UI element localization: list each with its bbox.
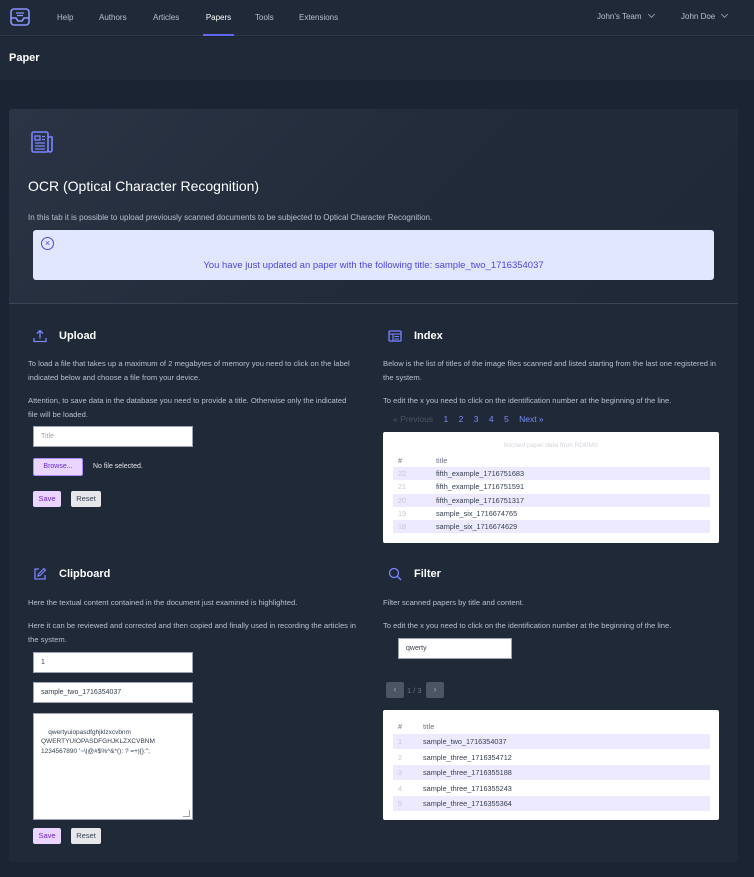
index-edit-hint: To edit the x you need to click on the i… — [383, 396, 672, 405]
upload-icon — [33, 329, 47, 343]
row-id-link[interactable]: 1 — [398, 734, 402, 749]
index-pagination: « Previous 1 2 3 4 5 Next » — [393, 414, 552, 424]
row-id-link[interactable]: 18 — [398, 520, 406, 533]
close-icon[interactable]: × — [41, 237, 54, 250]
nav-articles[interactable]: Articles — [153, 0, 179, 36]
user-dropdown[interactable]: John Doe — [681, 0, 729, 36]
row-id-link[interactable]: 20 — [398, 494, 406, 507]
filter-search-input[interactable]: qwerty — [398, 638, 512, 659]
chevron-down-icon — [721, 10, 729, 19]
index-help-text: Below is the list of titles of the image… — [383, 359, 717, 382]
pagination-next[interactable]: Next » — [519, 414, 544, 424]
upload-help-text: To load a file that takes up a maximum o… — [28, 359, 350, 382]
nav-tools[interactable]: Tools — [255, 0, 274, 36]
search-icon — [388, 567, 402, 581]
hero-title: OCR (Optical Character Recognition) — [28, 178, 260, 194]
index-table: fetched paper data from RDBMS # title 22… — [383, 432, 719, 543]
browse-button[interactable]: Browse... — [33, 458, 83, 476]
table-row[interactable]: 4 sample_three_1716355243 — [393, 781, 710, 796]
table-row[interactable]: 1 sample_two_1716354037 — [393, 734, 710, 749]
pagination-previous[interactable]: « Previous — [393, 414, 433, 424]
inbox-logo-icon[interactable] — [10, 8, 30, 26]
pagination-page-1[interactable]: 1 — [444, 414, 449, 424]
table-row[interactable]: 20 fifth_example_1716751317 — [393, 494, 710, 507]
pagination-page-4[interactable]: 4 — [489, 414, 494, 424]
row-id-link[interactable]: 2 — [398, 750, 402, 765]
table-row[interactable]: 19 sample_six_1716674765 — [393, 507, 710, 520]
table-header: # title — [398, 456, 448, 465]
chevron-left-icon: ‹ — [393, 684, 397, 694]
edit-icon — [34, 567, 47, 580]
upload-save-button[interactable]: Save — [33, 491, 61, 507]
upload-title: Upload — [59, 330, 97, 342]
filter-title: Filter — [414, 568, 441, 580]
clipboard-save-button[interactable]: Save — [33, 828, 61, 844]
table-row[interactable]: 2 sample_three_1716354712 — [393, 750, 710, 765]
filter-help-text: Filter scanned papers by title and conte… — [383, 598, 524, 607]
upload-warning-text: Attention, to save data in the database … — [28, 396, 347, 419]
page-title: Paper — [9, 52, 40, 64]
page-indicator: 1 / 3 — [407, 686, 422, 695]
paper-title-input[interactable]: sample_two_1716354037 — [33, 682, 193, 703]
team-name: John's Team — [597, 12, 642, 21]
table-row[interactable]: 21 fifth_example_1716751591 — [393, 480, 710, 493]
pagination-page-3[interactable]: 3 — [474, 414, 479, 424]
row-id-link[interactable]: 21 — [398, 480, 406, 493]
table-row[interactable]: 5 sample_three_1716355364 — [393, 796, 710, 811]
row-id-link[interactable]: 5 — [398, 796, 402, 811]
chevron-down-icon — [647, 10, 655, 19]
hero-description: In this tab it is possible to upload pre… — [28, 213, 433, 222]
table-icon — [388, 330, 402, 342]
row-id-link[interactable]: 22 — [398, 467, 406, 480]
pagination-page-5[interactable]: 5 — [504, 414, 509, 424]
chevron-right-icon: › — [433, 684, 437, 694]
paper-id-input[interactable]: 1 — [33, 652, 193, 673]
row-id-link[interactable]: 4 — [398, 781, 402, 796]
row-id-link[interactable]: 3 — [398, 765, 402, 780]
page-header: Paper — [0, 37, 754, 80]
upload-title-input[interactable]: Title — [33, 426, 193, 447]
table-header: # title — [398, 722, 435, 731]
filter-edit-hint: To edit the x you need to click on the i… — [383, 621, 672, 630]
clipboard-review-text: Here it can be reviewed and corrected an… — [28, 621, 356, 644]
index-title: Index — [414, 330, 443, 342]
next-page-button[interactable]: › — [426, 682, 444, 698]
success-alert: × You have just updated an paper with th… — [33, 230, 714, 280]
table-row[interactable]: 18 sample_six_1716674629 — [393, 520, 710, 533]
newspaper-icon — [31, 131, 53, 153]
main-card: OCR (Optical Character Recognition) In t… — [9, 109, 738, 862]
resize-handle[interactable] — [183, 810, 190, 817]
clipboard-title: Clipboard — [59, 568, 111, 580]
pagination-page-2[interactable]: 2 — [459, 414, 464, 424]
top-navbar: Help Authors Articles Papers Tools Exten… — [0, 0, 754, 36]
nav-authors[interactable]: Authors — [99, 0, 127, 36]
file-status: No file selected. — [93, 463, 143, 470]
table-caption: fetched paper data from RDBMS — [503, 442, 599, 449]
clipboard-help-text: Here the textual content contained in th… — [28, 598, 298, 607]
content-textarea[interactable]: qwertyuiopasdfghjklzxcvbnm QWERTYUIOPASD… — [33, 713, 193, 820]
filter-table: # title 1 sample_two_1716354037 2 sample… — [383, 710, 719, 820]
hero-section: OCR (Optical Character Recognition) In t… — [9, 109, 738, 304]
user-name: John Doe — [681, 12, 716, 21]
team-dropdown[interactable]: John's Team — [597, 0, 655, 36]
nav-papers[interactable]: Papers — [203, 0, 234, 36]
upload-reset-button[interactable]: Reset — [71, 491, 101, 507]
alert-message: You have just updated an paper with the … — [203, 260, 544, 271]
row-id-link[interactable]: 19 — [398, 507, 406, 520]
clipboard-reset-button[interactable]: Reset — [71, 828, 101, 844]
nav-extensions[interactable]: Extensions — [299, 0, 338, 36]
table-row[interactable]: 22 fifth_example_1716751683 — [393, 467, 710, 480]
nav-help[interactable]: Help — [57, 0, 73, 36]
prev-page-button[interactable]: ‹ — [386, 682, 404, 698]
content-text: qwertyuiopasdfghjklzxcvbnm QWERTYUIOPASD… — [41, 728, 155, 755]
table-row[interactable]: 3 sample_three_1716355188 — [393, 765, 710, 780]
